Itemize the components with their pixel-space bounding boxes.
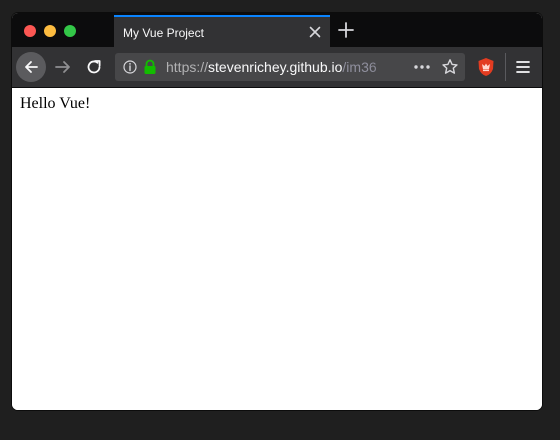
ellipsis-icon[interactable] [413, 60, 431, 74]
tab-strip: My Vue Project [12, 13, 542, 47]
tab-title: My Vue Project [123, 26, 204, 40]
info-icon[interactable] [123, 60, 137, 74]
arrow-left-icon [25, 61, 38, 73]
forward-button[interactable] [54, 58, 72, 76]
window-maximize-button[interactable] [64, 25, 76, 37]
hamburger-menu-icon[interactable] [515, 59, 531, 75]
navigation-toolbar: https://stevenrichey.github.io/im36 [12, 47, 542, 88]
reload-icon [87, 60, 101, 74]
toolbar-divider [505, 53, 506, 81]
lock-icon[interactable] [143, 59, 157, 75]
tab-my-vue-project[interactable]: My Vue Project [114, 15, 330, 47]
url-scheme: https:// [166, 59, 209, 75]
url-text[interactable]: https://stevenrichey.github.io/im36 [166, 59, 400, 75]
back-button[interactable] [16, 52, 46, 82]
window-minimize-button[interactable] [44, 25, 56, 37]
star-icon[interactable] [441, 58, 459, 76]
arrow-right-icon [55, 61, 70, 73]
page-content: Hello Vue! [12, 88, 542, 410]
hello-text: Hello Vue! [20, 95, 91, 112]
plus-icon[interactable] [337, 21, 355, 39]
url-host: stevenrichey.github.io [208, 59, 343, 75]
window-close-button[interactable] [24, 25, 36, 37]
close-icon[interactable] [307, 24, 323, 40]
address-bar[interactable]: https://stevenrichey.github.io/im36 [115, 53, 465, 81]
url-fade [370, 53, 410, 81]
browser-window: My Vue Project https://stevenrichey.gith… [12, 13, 542, 410]
extension-icon[interactable] [477, 57, 495, 77]
reload-button[interactable] [85, 58, 103, 76]
